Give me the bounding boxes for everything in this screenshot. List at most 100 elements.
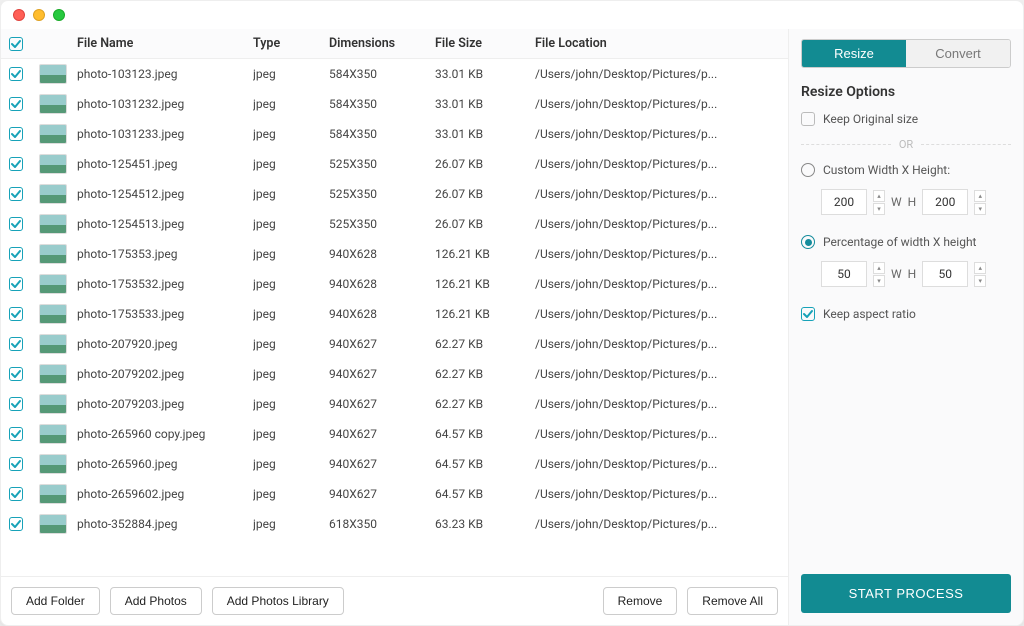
table-row[interactable]: photo-1031233.jpegjpeg584X35033.01 KB/Us… xyxy=(1,119,788,149)
keep-original-option[interactable]: Keep Original size xyxy=(801,112,1011,126)
row-checkbox[interactable] xyxy=(9,307,23,321)
table-row[interactable]: photo-1254513.jpegjpeg525X35026.07 KB/Us… xyxy=(1,209,788,239)
keep-original-checkbox[interactable] xyxy=(801,112,815,126)
cell-size: 62.27 KB xyxy=(435,397,529,411)
cell-file-name: photo-1254513.jpeg xyxy=(77,217,247,231)
cell-type: jpeg xyxy=(253,187,323,201)
custom-size-radio[interactable] xyxy=(801,163,815,177)
table-row[interactable]: photo-2079202.jpeg jpeg 940X627 62.27 KB/Us… xyxy=(1,359,788,389)
percent-inputs: 50 ▴▾ W H 50 ▴▾ xyxy=(821,261,1011,287)
titlebar xyxy=(1,1,1023,29)
table-row[interactable]: photo-207920.jpegjpeg940X62762.27 KB/Use… xyxy=(1,329,788,359)
cell-location: /Users/john/Desktop/Pictures/p... xyxy=(535,217,780,231)
col-file-name[interactable]: File Name xyxy=(77,36,247,51)
percent-option[interactable]: Percentage of width X height xyxy=(801,235,1011,249)
row-checkbox[interactable] xyxy=(9,217,23,231)
resize-options-title: Resize Options xyxy=(801,84,1011,100)
cell-location: /Users/john/Desktop/Pictures/p... xyxy=(535,367,780,381)
row-checkbox[interactable] xyxy=(9,457,23,471)
add-folder-button[interactable]: Add Folder xyxy=(11,587,100,615)
row-checkbox[interactable] xyxy=(9,67,23,81)
cell-file-name: photo-1753533.jpeg xyxy=(77,307,247,321)
cell-file-name: photo-1254512.jpeg xyxy=(77,187,247,201)
row-checkbox[interactable] xyxy=(9,517,23,531)
table-row[interactable]: photo-1031232.jpegjpeg584X35033.01 KB/Us… xyxy=(1,89,788,119)
cell-location: /Users/john/Desktop/Pictures/p... xyxy=(535,397,780,411)
col-file-size[interactable]: File Size xyxy=(435,36,529,51)
row-checkbox[interactable] xyxy=(9,427,23,441)
row-checkbox[interactable] xyxy=(9,127,23,141)
cell-size: 63.23 KB xyxy=(435,517,529,531)
cell-size: 126.21 KB xyxy=(435,247,529,261)
start-process-button[interactable]: START PROCESS xyxy=(801,574,1011,613)
table-row[interactable]: photo-103123.jpegjpeg584X35033.01 KB/Use… xyxy=(1,59,788,89)
minimize-icon[interactable] xyxy=(33,9,45,21)
row-checkbox[interactable] xyxy=(9,487,23,501)
table-row[interactable]: photo-1753532.jpegjpeg940X628126.21 KB/U… xyxy=(1,269,788,299)
table-row[interactable]: photo-2079203.jpegjpeg940X62762.27 KB/Us… xyxy=(1,389,788,419)
table-row[interactable]: photo-2659602.jpegjpeg940X62764.57 KB/Us… xyxy=(1,479,788,509)
remove-all-button[interactable]: Remove All xyxy=(687,587,778,615)
thumbnail-icon xyxy=(39,214,67,234)
cell-dimensions: 940X627 xyxy=(329,397,429,411)
table-row[interactable]: photo-125451.jpegjpeg525X35026.07 KB/Use… xyxy=(1,149,788,179)
custom-width-stepper[interactable]: ▴▾ xyxy=(873,190,885,215)
cell-dimensions: 584X350 xyxy=(329,97,429,111)
custom-width-input[interactable]: 200 xyxy=(821,189,867,215)
table-row[interactable]: photo-352884.jpegjpeg618X35063.23 KB/Use… xyxy=(1,509,788,539)
cell-dimensions: 584X350 xyxy=(329,67,429,81)
row-checkbox[interactable] xyxy=(9,97,23,111)
cell-dimensions: 940X627 xyxy=(329,337,429,351)
custom-height-stepper[interactable]: ▴▾ xyxy=(974,190,986,215)
table-row[interactable]: photo-1254512.jpegjpeg525X35026.07 KB/Us… xyxy=(1,179,788,209)
table-row[interactable]: photo-175353.jpegjpeg940X628126.21 KB/Us… xyxy=(1,239,788,269)
percent-radio[interactable] xyxy=(801,235,815,249)
tab-resize[interactable]: Resize xyxy=(802,40,906,67)
cell-size: 62.27 KB xyxy=(435,367,529,381)
col-file-location[interactable]: File Location xyxy=(535,36,780,51)
row-checkbox[interactable] xyxy=(9,187,23,201)
col-dimensions[interactable]: Dimensions xyxy=(329,36,429,51)
row-checkbox[interactable] xyxy=(9,157,23,171)
table-row[interactable]: photo-1753533.jpegjpeg940X628126.21 KB/U… xyxy=(1,299,788,329)
row-checkbox[interactable] xyxy=(9,247,23,261)
table-row[interactable]: photo-265960.jpegjpeg940X62764.57 KB/Use… xyxy=(1,449,788,479)
percent-width-stepper[interactable]: ▴▾ xyxy=(873,262,885,287)
cell-size: 33.01 KB xyxy=(435,97,529,111)
row-checkbox[interactable] xyxy=(9,397,23,411)
thumbnail-icon xyxy=(39,514,67,534)
row-checkbox[interactable] xyxy=(9,277,23,291)
select-all-checkbox[interactable] xyxy=(9,37,23,51)
close-icon[interactable] xyxy=(13,9,25,21)
cell-location: /Users/john/Desktop/Pictures/p... xyxy=(535,157,780,171)
maximize-icon[interactable] xyxy=(53,9,65,21)
cell-file-name: photo-2079202.jpeg xyxy=(77,367,247,381)
percent-width-input[interactable]: 50 xyxy=(821,261,867,287)
col-type[interactable]: Type xyxy=(253,36,323,51)
cell-type: jpeg xyxy=(253,367,323,381)
custom-height-input[interactable]: 200 xyxy=(922,189,968,215)
row-checkbox[interactable] xyxy=(9,337,23,351)
percent-height-stepper[interactable]: ▴▾ xyxy=(974,262,986,287)
cell-dimensions: 940X628 xyxy=(329,277,429,291)
row-checkbox[interactable] xyxy=(9,367,23,381)
aspect-ratio-option[interactable]: Keep aspect ratio xyxy=(801,307,1011,321)
custom-size-option[interactable]: Custom Width X Height: xyxy=(801,163,1011,177)
thumbnail-icon xyxy=(39,94,67,114)
mode-segmented: Resize Convert xyxy=(801,39,1011,68)
cell-file-name: photo-352884.jpeg xyxy=(77,517,247,531)
cell-location: /Users/john/Desktop/Pictures/p... xyxy=(535,277,780,291)
aspect-ratio-checkbox[interactable] xyxy=(801,307,815,321)
cell-dimensions: 525X350 xyxy=(329,157,429,171)
cell-dimensions: 940X627 xyxy=(329,487,429,501)
cell-dimensions: 940X627 xyxy=(329,367,429,381)
tab-convert[interactable]: Convert xyxy=(906,40,1010,67)
add-photos-button[interactable]: Add Photos xyxy=(110,587,202,615)
add-photos-library-button[interactable]: Add Photos Library xyxy=(212,587,344,615)
percent-height-input[interactable]: 50 xyxy=(922,261,968,287)
table-row[interactable]: photo-265960 copy.jpegjpeg940X62764.57 K… xyxy=(1,419,788,449)
cell-size: 33.01 KB xyxy=(435,127,529,141)
cell-dimensions: 618X350 xyxy=(329,517,429,531)
thumbnail-icon xyxy=(39,124,67,144)
remove-button[interactable]: Remove xyxy=(603,587,678,615)
